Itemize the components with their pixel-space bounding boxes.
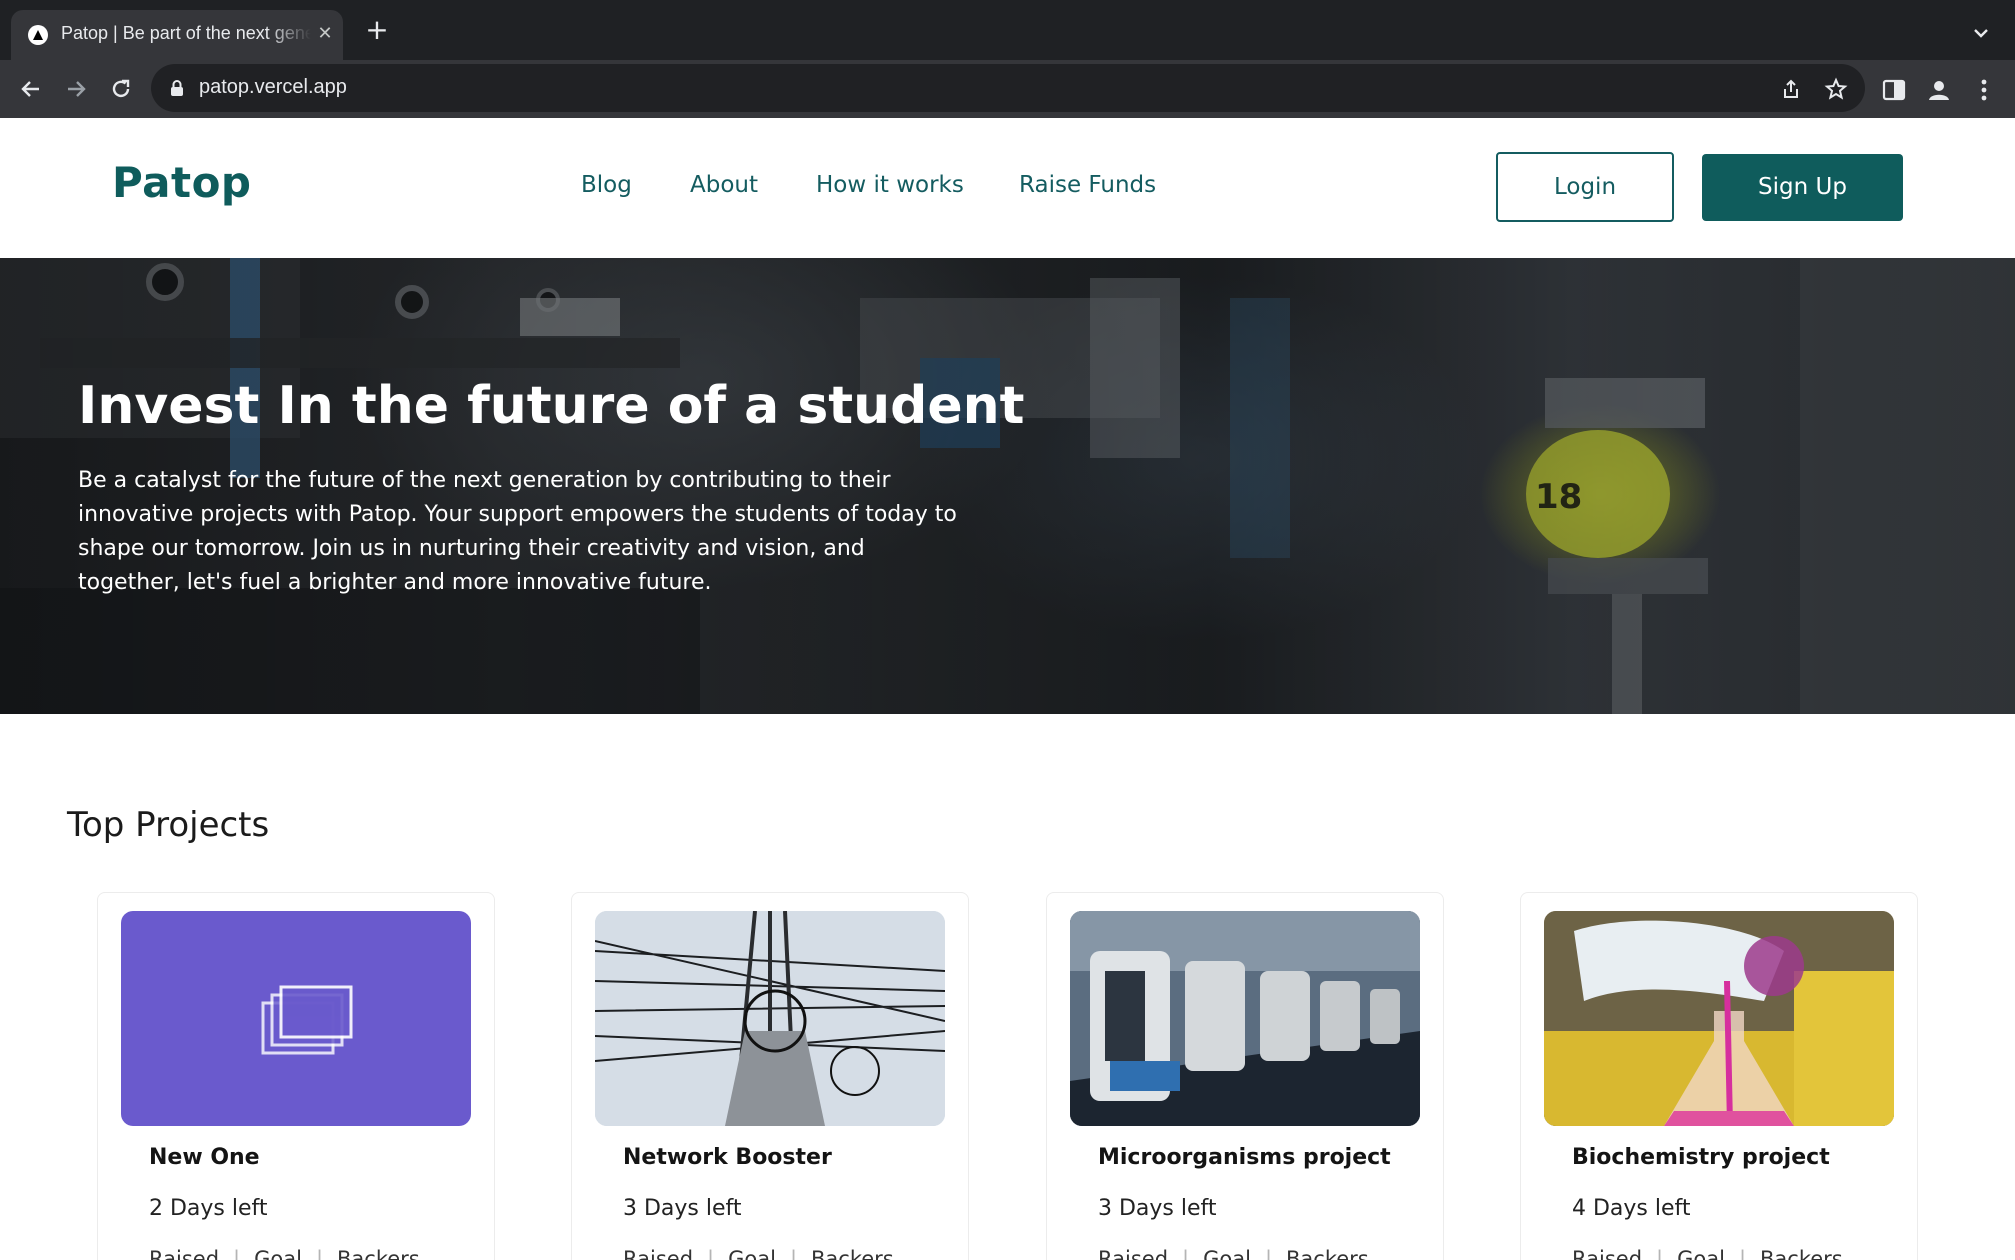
browser-toolbar: patop.vercel.app — [0, 60, 2015, 118]
nav-link-raise-funds[interactable]: Raise Funds — [1019, 172, 1156, 198]
project-title: Network Booster — [623, 1145, 832, 1170]
raised-label: Raised — [1098, 1247, 1169, 1260]
lock-icon[interactable] — [169, 79, 185, 101]
share-icon[interactable] — [1779, 77, 1803, 101]
login-button[interactable]: Login — [1496, 152, 1674, 222]
star-icon[interactable] — [1824, 77, 1848, 101]
tab-title: Patop | Be part of the next generation — [61, 23, 311, 43]
chevron-down-icon[interactable] — [1970, 22, 1992, 44]
site-logo[interactable]: Patop — [112, 158, 252, 207]
project-card-network-booster[interactable]: Network Booster 3 Days left Raised | Goal |… — [571, 892, 969, 1260]
signup-button[interactable]: Sign Up — [1702, 154, 1903, 221]
lab-flask-photo — [1544, 911, 1894, 1126]
project-card-biochemistry[interactable]: Biochemistry project 4 Days left Raised |… — [1520, 892, 1918, 1260]
goal-label: Goal — [1677, 1247, 1725, 1260]
url-text: patop.vercel.app — [199, 76, 347, 98]
nav-link-how-it-works[interactable]: How it works — [816, 172, 964, 198]
goal-label: Goal — [254, 1247, 302, 1260]
backers-label: Backers — [811, 1247, 894, 1260]
backers-label: Backers — [337, 1247, 420, 1260]
side-panel-icon[interactable] — [1881, 77, 1907, 103]
project-days-left: 3 Days left — [1098, 1196, 1217, 1221]
raised-label: Raised — [623, 1247, 694, 1260]
project-stats: Raised | Goal | Backers — [1098, 1247, 1369, 1260]
project-title: Microorganisms project — [1098, 1145, 1391, 1170]
backers-label: Backers — [1760, 1247, 1843, 1260]
app-favicon — [28, 25, 48, 45]
hero-description: Be a catalyst for the future of the next… — [78, 468, 957, 595]
back-arrow-icon[interactable] — [16, 74, 46, 104]
microscopes-photo — [1070, 911, 1420, 1126]
backers-label: Backers — [1286, 1247, 1369, 1260]
forward-arrow-icon[interactable] — [61, 74, 91, 104]
project-title: New One — [149, 1145, 260, 1170]
plus-icon[interactable]: + — [362, 16, 392, 46]
project-card-new-one[interactable]: New One 2 Days left Raised | Goal | Backers — [97, 892, 495, 1260]
goal-label: Goal — [1203, 1247, 1251, 1260]
close-icon[interactable]: ✕ — [313, 22, 337, 46]
top-projects-heading: Top Projects — [67, 805, 270, 845]
browser-tab-strip: Patop | Be part of the next generation ✕… — [0, 0, 2015, 60]
nav-link-about[interactable]: About — [690, 172, 758, 198]
site-header: Patop Blog About How it works Raise Fund… — [0, 118, 2015, 258]
raised-label: Raised — [1572, 1247, 1643, 1260]
reload-icon[interactable] — [106, 74, 136, 104]
address-bar[interactable]: patop.vercel.app — [151, 64, 1865, 112]
hero-banner: 18 Invest In the future of a student Be … — [0, 258, 2015, 714]
kebab-menu-icon[interactable] — [1971, 77, 1997, 103]
power-lines-photo — [595, 911, 945, 1126]
project-card-microorganisms[interactable]: Microorganisms project 3 Days left Raise… — [1046, 892, 1444, 1260]
project-days-left: 4 Days left — [1572, 1196, 1691, 1221]
nav-link-blog[interactable]: Blog — [581, 172, 632, 198]
project-title: Biochemistry project — [1572, 1145, 1830, 1170]
profile-icon[interactable] — [1926, 77, 1952, 103]
hero-title: Invest In the future of a student — [78, 376, 1025, 436]
browser-tab[interactable]: Patop | Be part of the next generation ✕ — [11, 10, 343, 60]
project-days-left: 3 Days left — [623, 1196, 742, 1221]
placeholder-gallery-icon — [121, 911, 471, 1126]
project-stats: Raised | Goal | Backers — [1572, 1247, 1843, 1260]
project-stats: Raised | Goal | Backers — [149, 1247, 420, 1260]
raised-label: Raised — [149, 1247, 220, 1260]
project-days-left: 2 Days left — [149, 1196, 268, 1221]
goal-label: Goal — [728, 1247, 776, 1260]
project-stats: Raised | Goal | Backers — [623, 1247, 894, 1260]
